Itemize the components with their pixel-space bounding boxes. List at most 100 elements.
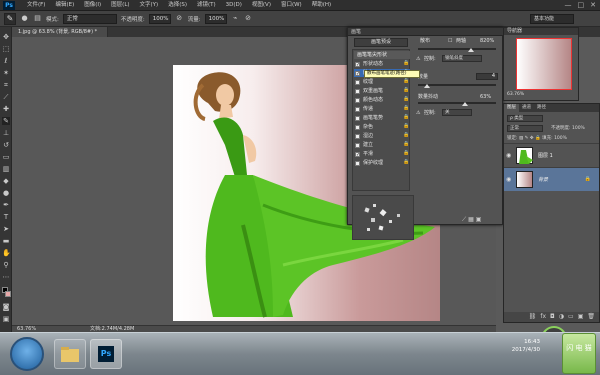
- new-group-icon[interactable]: ▭: [568, 312, 574, 322]
- checkbox[interactable]: [355, 106, 360, 112]
- brush-size-icon[interactable]: ●: [20, 14, 29, 23]
- menu-window[interactable]: 窗口(W): [276, 0, 307, 11]
- lasso-tool-icon[interactable]: ℓ: [2, 57, 10, 65]
- checkbox[interactable]: [355, 79, 360, 85]
- control-select[interactable]: 钢笔斜度: [442, 55, 482, 62]
- lock-icon[interactable]: 🔒: [403, 151, 409, 156]
- list-item-shape-dynamics[interactable]: ✓ 形状动态 🔒: [354, 60, 410, 68]
- menu-filter[interactable]: 滤镜(T): [192, 0, 221, 11]
- navigator-title[interactable]: 导航器: [504, 28, 578, 35]
- layer-filter-select[interactable]: ρ 类型: [507, 115, 543, 122]
- layer-row-selected[interactable]: ◉ 背景 🔒: [504, 167, 599, 191]
- tab-paths[interactable]: 路径: [534, 104, 549, 112]
- list-item-brush-tip-shape[interactable]: 画笔笔尖形状: [354, 51, 410, 59]
- pressure-size-icon[interactable]: ⊘: [244, 14, 253, 23]
- lock-icon[interactable]: 🔒: [403, 124, 409, 129]
- brush-tool-icon[interactable]: ✎: [2, 117, 10, 125]
- photoshop-taskbar-icon[interactable]: Ps: [90, 339, 122, 369]
- brush-presets-button[interactable]: 画笔预设: [354, 38, 408, 47]
- more-tools-icon[interactable]: ⋯: [2, 273, 10, 281]
- visibility-eye-icon[interactable]: ◉: [506, 176, 511, 183]
- list-item-brush-pose[interactable]: 画笔笔势 🔒: [354, 114, 410, 122]
- airbrush-icon[interactable]: ⌁: [231, 14, 240, 23]
- checkbox-checked[interactable]: ✓: [355, 61, 360, 67]
- delete-layer-icon[interactable]: 🗑: [587, 312, 595, 322]
- brush-grid-icon[interactable]: ▦: [468, 216, 474, 223]
- menu-type[interactable]: 文字(Y): [135, 0, 164, 11]
- lock-icon[interactable]: 🔒: [585, 176, 591, 182]
- lock-icon[interactable]: 🔒: [403, 97, 409, 102]
- lock-icon[interactable]: 🔒: [403, 133, 409, 138]
- lock-icon[interactable]: 🔒: [403, 79, 409, 84]
- checkbox[interactable]: [355, 124, 360, 130]
- quick-select-tool-icon[interactable]: ✶: [2, 69, 10, 77]
- blend-mode-select[interactable]: 正常: [507, 125, 543, 132]
- menu-help[interactable]: 帮助(H): [307, 0, 336, 11]
- list-item-dual-brush[interactable]: 双重画笔 🔒: [354, 87, 410, 95]
- list-item-color-dynamics[interactable]: 颜色动态 🔒: [354, 96, 410, 104]
- new-layer-icon[interactable]: ▣: [578, 312, 584, 322]
- scatter-value[interactable]: 820%: [480, 38, 494, 44]
- scatter-slider-knob[interactable]: [468, 48, 474, 52]
- toggle-live-tip-icon[interactable]: ⟋: [462, 216, 466, 223]
- layer-style-icon[interactable]: fx: [540, 312, 546, 322]
- lock-icon[interactable]: 🔒: [403, 115, 409, 120]
- quick-mask-icon[interactable]: ◙: [2, 303, 10, 311]
- brush-tool-preset-icon[interactable]: ✎: [4, 12, 16, 25]
- blur-tool-icon[interactable]: ◆: [2, 177, 10, 185]
- move-tool-icon[interactable]: ✥: [2, 33, 10, 41]
- brush-panel-toggle-icon[interactable]: ▤: [33, 14, 42, 23]
- gradient-tool-icon[interactable]: ▥: [2, 165, 10, 173]
- flow-field[interactable]: 100%: [204, 13, 227, 24]
- clock-date[interactable]: 2017/4/30: [512, 346, 540, 354]
- navigator-zoom[interactable]: 63.76%: [507, 92, 524, 97]
- pressure-opacity-icon[interactable]: ⊘: [175, 14, 184, 23]
- workspace-select[interactable]: 基本功能: [530, 14, 574, 24]
- count-slider-knob[interactable]: [424, 84, 430, 88]
- count-jitter-slider[interactable]: [418, 102, 496, 104]
- list-item-protect-texture[interactable]: 保护纹理 🔒: [354, 159, 410, 167]
- pen-tool-icon[interactable]: ✒: [2, 201, 10, 209]
- healing-tool-icon[interactable]: ✚: [2, 105, 10, 113]
- layer-name[interactable]: 背景: [538, 176, 548, 183]
- path-select-tool-icon[interactable]: ➤: [2, 225, 10, 233]
- checkbox[interactable]: [355, 97, 360, 103]
- menu-view[interactable]: 视图(V): [247, 0, 276, 11]
- layer-opacity-value[interactable]: 100%: [572, 126, 585, 131]
- brush-panel-title[interactable]: 画笔: [348, 28, 504, 36]
- crop-tool-icon[interactable]: ⌗: [2, 81, 10, 89]
- checkbox[interactable]: [355, 88, 360, 94]
- checkbox-checked[interactable]: ✓: [355, 70, 360, 76]
- adjustment-layer-icon[interactable]: ◑: [559, 312, 564, 322]
- checkbox[interactable]: [355, 115, 360, 121]
- list-item-noise[interactable]: 杂色 🔒: [354, 123, 410, 131]
- background-color-swatch[interactable]: [5, 291, 11, 297]
- minimize-icon[interactable]: —: [565, 1, 572, 10]
- maximize-icon[interactable]: □: [578, 1, 585, 10]
- visibility-eye-icon[interactable]: ◉: [506, 152, 511, 159]
- menu-image[interactable]: 图像(I): [79, 0, 106, 11]
- layer-row[interactable]: ◉ 图层 1: [504, 143, 599, 167]
- lock-icon[interactable]: 🔒: [403, 61, 409, 66]
- add-mask-icon[interactable]: ◘: [550, 312, 555, 322]
- fill-value[interactable]: 100%: [554, 136, 567, 141]
- menu-layer[interactable]: 图层(L): [106, 0, 134, 11]
- list-item-build-up[interactable]: 建立 🔒: [354, 141, 410, 149]
- clock-time[interactable]: 16:43: [512, 338, 540, 346]
- layer-name[interactable]: 图层 1: [538, 152, 553, 159]
- count-jitter-slider-knob[interactable]: [462, 102, 468, 106]
- lock-icon[interactable]: 🔒: [403, 160, 409, 165]
- lock-icons[interactable]: ▨ ✎ ✥ 🔒: [519, 136, 541, 141]
- menu-select[interactable]: 选择(S): [163, 0, 192, 11]
- menu-file[interactable]: 文件(F): [22, 0, 50, 11]
- document-tab[interactable]: 1.jpg @ 63.8% (背景, RGB/8#) *: [12, 27, 108, 37]
- checkbox[interactable]: [355, 160, 360, 166]
- control2-select[interactable]: 关: [442, 109, 472, 116]
- hand-tool-icon[interactable]: ✋: [2, 249, 11, 257]
- new-brush-icon[interactable]: ▣: [476, 216, 482, 223]
- menu-edit[interactable]: 编辑(E): [50, 0, 79, 11]
- both-axes-checkbox[interactable]: ☐: [448, 38, 452, 44]
- marquee-tool-icon[interactable]: ⬚: [2, 45, 10, 53]
- history-brush-tool-icon[interactable]: ↺: [2, 141, 10, 149]
- tab-channels[interactable]: 通道: [519, 104, 534, 112]
